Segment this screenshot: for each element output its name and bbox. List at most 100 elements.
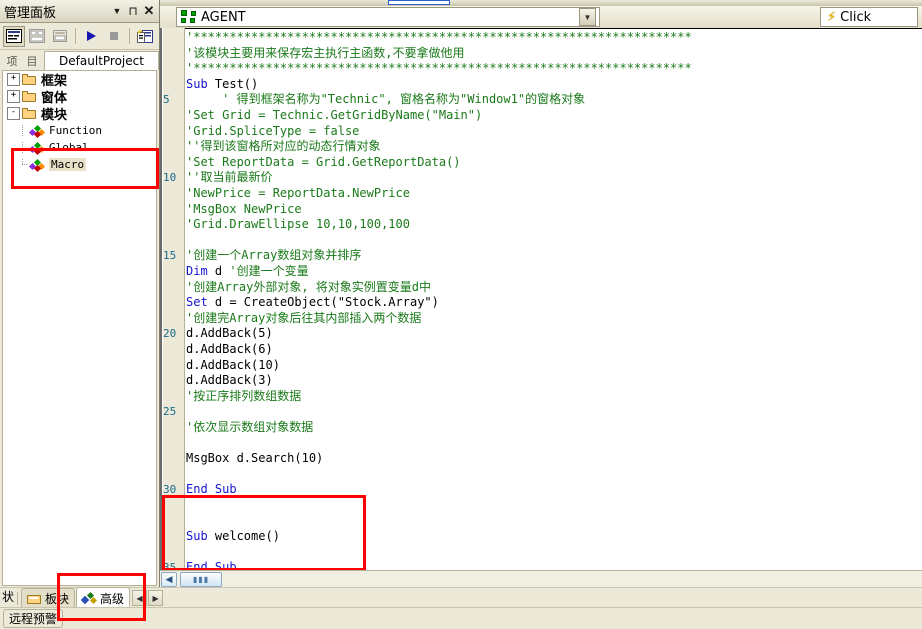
- window-restore-nub[interactable]: [388, 0, 450, 5]
- status-bar: 远程预警: [0, 607, 922, 629]
- code-token: Set: [186, 295, 215, 310]
- expander-icon[interactable]: +: [7, 73, 20, 86]
- new-module-icon: [137, 29, 153, 43]
- code-token: d.AddBack(10): [186, 357, 280, 372]
- bottom-tab-bar: 状 板块 高级 ◀ ▶: [0, 587, 922, 608]
- code-text-area[interactable]: '***************************************…: [160, 28, 922, 571]
- expander-icon[interactable]: -: [7, 107, 20, 120]
- code-token: d: [214, 264, 230, 278]
- code-line: 'Set ReportData = Grid.GetReportData(): [186, 155, 461, 171]
- panel-close-icon[interactable]: ✕: [141, 3, 157, 19]
- code-line: Sub Test(): [186, 77, 258, 93]
- play-icon: [87, 31, 96, 41]
- code-line: ''取当前最新价: [186, 170, 272, 186]
- code-line: 'NewPrice = ReportData.NewPrice: [186, 186, 410, 202]
- tree-item-label: Function: [49, 124, 102, 137]
- lightning-bolt-icon: ⚡: [827, 9, 837, 25]
- panel-pin-icon[interactable]: ⊓: [125, 3, 141, 19]
- code-editor-window: AGENT ▼ ⚡ Click '***********************…: [160, 0, 922, 588]
- code-token: ' 得到框架名称为"Technic", 窗格名称为"Window1"的窗格对象: [186, 92, 586, 107]
- code-token: Sub: [186, 529, 215, 544]
- toolbar-separator-2: [129, 28, 130, 44]
- folder-icon: [22, 107, 37, 120]
- advanced-icon: [80, 591, 98, 605]
- code-line: ' 得到框架名称为"Technic", 窗格名称为"Window1"的窗格对象: [186, 92, 585, 108]
- code-token: '创建Array外部对象, 将对象实例置变量d中: [186, 279, 432, 294]
- code-line: 'Grid.SpliceType = false: [186, 124, 359, 140]
- remote-alert-button[interactable]: 远程预警: [3, 609, 64, 628]
- code-token: welcome(): [214, 529, 280, 544]
- folder-icon: [22, 90, 37, 103]
- panel-toolbar: [0, 23, 159, 50]
- code-token: End Sub: [186, 482, 237, 497]
- code-line: '创建完Array对象后往其内部插入两个数据: [186, 311, 421, 327]
- code-token: d.AddBack(3): [186, 373, 273, 388]
- tree-item-forms[interactable]: + 窗体: [3, 88, 156, 106]
- code-token: '***************************************…: [186, 30, 692, 44]
- tab-next-button[interactable]: ▶: [148, 590, 164, 606]
- code-token: '该模块主要用来保存宏主执行主函数,不要拿做他用: [186, 45, 465, 60]
- properties-icon[interactable]: 目: [22, 52, 42, 70]
- panel-title-text: 管理面板: [4, 5, 57, 21]
- project-explorer-icon[interactable]: 项: [2, 52, 22, 70]
- block-folder-icon: [27, 593, 42, 605]
- code-line: '创建Array外部对象, 将对象实例置变量d中: [186, 280, 431, 296]
- object-combo[interactable]: AGENT: [176, 7, 600, 27]
- object-view-button[interactable]: [26, 26, 48, 47]
- line-number: 10: [163, 171, 177, 185]
- scrollbar-thumb[interactable]: ▮▮▮: [180, 572, 222, 587]
- tree-item-label: Macro: [49, 158, 87, 171]
- tree-item-modules[interactable]: - 模块: [3, 105, 156, 123]
- code-line: d.AddBack(6): [186, 342, 273, 358]
- expander-icon[interactable]: +: [7, 90, 20, 103]
- object-combo-arrow[interactable]: ▼: [579, 8, 596, 26]
- tree-item-function[interactable]: Function: [3, 122, 156, 139]
- toolbar-separator-1: [75, 28, 76, 44]
- agent-module-icon: [181, 10, 197, 24]
- tree-item-frames[interactable]: + 框架: [3, 71, 156, 89]
- code-line: '按正序排列数组数据: [186, 389, 301, 405]
- code-token: 'Set Grid = Technic.GetGridByName("Main"…: [186, 108, 483, 122]
- tree-connector: [17, 159, 28, 170]
- project-tab-row: 项 目 DefaultProject: [0, 50, 159, 70]
- code-line: End Sub: [186, 482, 237, 498]
- horizontal-scrollbar[interactable]: ◀ ▮▮▮: [160, 570, 922, 588]
- code-token: d.AddBack(5): [186, 326, 273, 341]
- code-token: '***************************************…: [186, 61, 692, 76]
- module-icon: [28, 124, 46, 138]
- module-icon: [28, 141, 46, 155]
- code-token: d = CreateObject("Stock.Array"): [214, 295, 439, 310]
- panel-dropdown-icon[interactable]: ▼: [109, 3, 125, 19]
- code-line: '***************************************…: [186, 30, 692, 46]
- code-line: Dim d '创建一个变量: [186, 264, 309, 280]
- run-button[interactable]: [80, 26, 102, 47]
- tree-item-macro[interactable]: Macro: [3, 156, 156, 173]
- bottom-tab-label: 板块: [45, 592, 70, 606]
- module-icon: [28, 158, 46, 172]
- code-token: '创建一个Array数组对象并排序: [186, 248, 362, 263]
- bottom-tab-blocks[interactable]: 板块: [21, 588, 76, 608]
- project-tree[interactable]: + 框架 + 窗体 - 模块 Function Global Macro: [2, 70, 157, 586]
- bottom-tab-label: 高级: [100, 591, 125, 606]
- code-token: '依次显示数组对象数据: [186, 420, 314, 434]
- code-view-button[interactable]: [3, 25, 25, 47]
- new-module-button[interactable]: [134, 26, 156, 47]
- toggle-folders-icon: [53, 30, 67, 42]
- project-name-tab[interactable]: DefaultProject: [44, 51, 159, 70]
- tab-prev-button[interactable]: ◀: [132, 590, 148, 606]
- tree-item-global[interactable]: Global: [3, 139, 156, 156]
- scroll-left-button[interactable]: ◀: [161, 572, 177, 587]
- code-line: MsgBox d.Search(10): [186, 451, 323, 467]
- toggle-folders-button[interactable]: [49, 26, 71, 47]
- code-line: 'Set Grid = Technic.GetGridByName("Main"…: [186, 108, 482, 124]
- code-token: '按正序排列数组数据: [186, 388, 302, 403]
- code-line: '***************************************…: [186, 61, 692, 77]
- folder-icon: [22, 73, 37, 86]
- bottom-tab-advanced[interactable]: 高级: [76, 587, 131, 608]
- event-combo[interactable]: ⚡ Click: [820, 7, 918, 27]
- stop-button[interactable]: [103, 26, 125, 47]
